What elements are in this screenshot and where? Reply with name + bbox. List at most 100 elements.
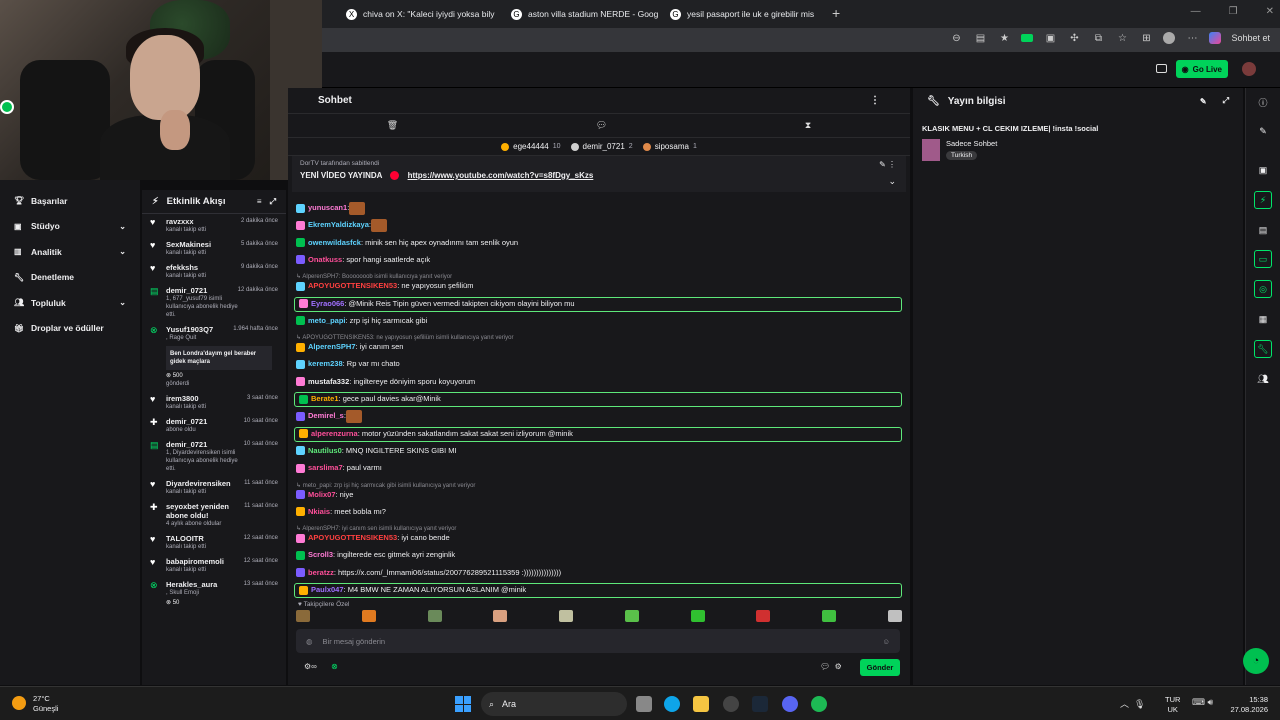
emote-option[interactable] — [690, 610, 705, 622]
feed-item[interactable]: ▤ demir_0721 1, Diyardeviren­siken isimli … — [142, 437, 286, 476]
chat-icon[interactable]: ▭ — [1254, 250, 1272, 268]
feed-item[interactable]: ♥ irem3800 kanalı takip etti 3 saat önce — [142, 391, 286, 414]
chat-username[interactable]: Nautilus0 — [308, 446, 342, 455]
filter-icon[interactable]: ≡ — [257, 197, 262, 206]
tag-badge[interactable]: Turkish — [946, 151, 978, 160]
chat-username[interactable]: Demirel_s — [308, 411, 344, 420]
language-indicator[interactable]: TUR UK — [1165, 695, 1180, 715]
app-icon[interactable] — [723, 696, 739, 712]
more-icon[interactable]: ⋯ — [1185, 31, 1199, 45]
weather-widget[interactable]: 27°C Güneşli — [33, 694, 58, 714]
camera-icon[interactable]: ▣ — [1043, 31, 1057, 45]
chat-message[interactable]: Demirel_s: — [296, 409, 362, 423]
target-icon[interactable]: ◎ — [1254, 280, 1272, 298]
feed-item[interactable]: ♥ efekkshs kanalı takip etti 9 dakika önce — [142, 260, 286, 283]
sidebar-item-achievements[interactable]: 🏆︎ Başarılar — [0, 188, 140, 214]
emote-option[interactable] — [427, 610, 442, 622]
discord-icon[interactable] — [782, 696, 798, 712]
chat-message[interactable]: EkremYaldizkaya: — [296, 218, 387, 232]
emote-picker-icon[interactable]: ☺ — [882, 637, 890, 646]
tray-icons[interactable]: ︿ 🎙︎ — [1120, 697, 1145, 710]
feed-item[interactable]: ♥ TALOOITR kanalı takip etti 12 saat önce — [142, 531, 286, 554]
chat-message[interactable]: meto_papi: zrp işi hiç sarmıcak gibi — [296, 314, 427, 328]
profile-avatar[interactable] — [1163, 32, 1176, 44]
archive-icon[interactable]: ▦ — [1254, 310, 1272, 328]
collections-icon[interactable]: ⊞ — [1139, 31, 1153, 45]
popout-icon[interactable]: ⤢ — [270, 197, 276, 207]
emote-option[interactable] — [493, 610, 508, 622]
chat-message[interactable]: mustafa332: ingiltereye döniyim sporu ko… — [296, 375, 475, 389]
chat-message[interactable]: Berate1: gece paul davies akar@Minik — [294, 392, 902, 407]
chat-username[interactable]: APOYUGOTTENSIKEN53 — [308, 533, 397, 542]
edge-icon[interactable] — [664, 696, 680, 712]
chat-username[interactable]: APOYUGOTTENSIKEN53 — [308, 281, 397, 290]
browser-tab[interactable]: G yesil pasaport ile uk e girebilir mis … — [670, 4, 820, 24]
chat-message[interactable]: APOYUGOTTENSIKEN53: iyi cano bende — [296, 531, 450, 545]
emote-row[interactable] — [296, 610, 902, 624]
send-button[interactable]: Gönder — [860, 659, 900, 676]
chat-username[interactable]: Nkiais — [308, 507, 330, 516]
favorites-icon[interactable]: ☆ — [1115, 31, 1129, 45]
emote-option[interactable] — [756, 610, 771, 622]
clip-icon[interactable]: ▣ — [1254, 161, 1272, 179]
go-live-button[interactable]: ◉ Go Live — [1175, 60, 1228, 78]
zoom-icon[interactable]: ⊖ — [949, 31, 963, 45]
chat-username[interactable]: beratzz — [308, 568, 334, 577]
windows-start-icon[interactable] — [455, 696, 471, 712]
file-explorer-icon[interactable] — [693, 696, 709, 712]
clock[interactable]: 15:38 27.08.2026 — [1230, 695, 1268, 715]
sidebar-item-studio[interactable]: ▣ Stüdyo ⌄ — [0, 214, 140, 240]
close-window-icon[interactable]: ✕ — [1266, 6, 1274, 17]
chat-message[interactable]: Nkiais: meet bobla mı? — [296, 505, 386, 519]
chat-message[interactable]: AlperenSPH7: iyi canım sen — [296, 340, 403, 354]
feed-item[interactable]: ▤ demir_0721 1, 677_yusuf79 isimli kullanı… — [142, 283, 286, 322]
reader-icon[interactable]: ▤ — [973, 31, 987, 45]
sidebar-item-community[interactable]: 👥︎ Topluluk ⌄ — [0, 290, 140, 316]
feed-item[interactable]: ♥ Diyardevirensiken kanalı takip etti 11 sa… — [142, 476, 286, 499]
emote-option[interactable] — [822, 610, 837, 622]
feed-item[interactable]: ⊗ Yusuf1903Q7, Rage Quit Ben Londra'dayım … — [142, 322, 286, 391]
emote-option[interactable] — [624, 610, 639, 622]
steam-icon[interactable] — [752, 696, 768, 712]
feed-item[interactable]: ✚ seyoxbet yeniden abone oldu! 4 aylık abo… — [142, 499, 286, 531]
chat-message[interactable]: sarslima7: paul varmı — [296, 461, 382, 475]
edit-icon[interactable]: ✎ — [1254, 122, 1272, 140]
spotify-icon[interactable] — [811, 696, 827, 712]
feed-item[interactable]: ✚ demir_0721 abone oldu 10 saat önce — [142, 414, 286, 437]
browser-tab[interactable]: G aston villa stadium NERDE - Goog ✕ — [511, 4, 661, 24]
emote-option[interactable] — [296, 610, 310, 622]
chat-message[interactable]: Onatkuss: spor hangi saatlerde açık — [296, 253, 430, 267]
chat-button-label[interactable]: Sohbet et — [1231, 33, 1270, 43]
chat-message[interactable]: owenwildasfck: minik sen hiç apex oynadı… — [296, 236, 518, 250]
emote-option[interactable] — [361, 610, 376, 622]
chat-message[interactable]: beratzz: https://x.com/_lmmami06/status/… — [296, 566, 561, 580]
feed-item[interactable]: ⊗ Herakles_aura, Skull Emoji ⊗ 50 13 saat ö… — [142, 577, 286, 610]
sidebar-item-drops[interactable]: 🎁︎ Droplar ve ödüller — [0, 316, 140, 342]
user-avatar[interactable] — [1242, 62, 1256, 76]
browser-tab[interactable]: X chiva on X: "Kaleci iyiydi yoksa bily — [346, 4, 498, 24]
info-icon[interactable]: ⓘ — [1254, 93, 1272, 111]
wrench-icon[interactable]: 🔧︎ — [1254, 340, 1272, 358]
chat-input[interactable]: ◍ Bir mesaj gönderin ☺ — [296, 629, 900, 653]
taskbar-search[interactable]: ⌕ Ara — [481, 692, 627, 716]
chat-message[interactable]: Scroll3: ingilterede esc gitmek ayri zen… — [296, 548, 455, 562]
chat-username[interactable]: Paulx047 — [311, 585, 344, 594]
chat-message[interactable]: yunuscan1: — [296, 201, 366, 215]
feed-item[interactable]: ♥ SexMakinesi kanalı takip etti 5 dakika ön… — [142, 237, 286, 260]
category-name[interactable]: Sadece Sohbet — [946, 139, 997, 148]
emote-option[interactable] — [887, 610, 902, 622]
network-volume-icon[interactable]: ⌨︎ 🔊︎ — [1192, 697, 1213, 708]
bookmark-star-icon[interactable]: ★ — [997, 31, 1011, 45]
copilot-icon[interactable] — [1209, 32, 1222, 44]
task-view-icon[interactable] — [636, 696, 652, 712]
edit-icon[interactable]: ✎ — [1200, 97, 1207, 106]
chat-username[interactable]: Scroll3 — [308, 550, 333, 559]
chat-message[interactable]: Nautilus0: MNQ INGILTERE SKINS GIBI MI — [296, 444, 457, 458]
feed-item[interactable]: ♥ ravzxxx kanalı takip etti 2 dakika önce — [142, 214, 286, 237]
chat-username[interactable]: yunuscan1 — [308, 203, 347, 212]
chat-message[interactable]: Eyrao066: @Minik Reis Tipin güven vermed… — [294, 296, 902, 312]
chat-username[interactable]: meto_papi — [308, 316, 346, 325]
assistant-icon[interactable]: ◔ — [1243, 648, 1269, 674]
extension-icon[interactable] — [1021, 34, 1034, 42]
chat-message[interactable]: Paulx047: M4 BMW NE ZAMAN ALIYORSUN ASLA… — [294, 583, 902, 598]
